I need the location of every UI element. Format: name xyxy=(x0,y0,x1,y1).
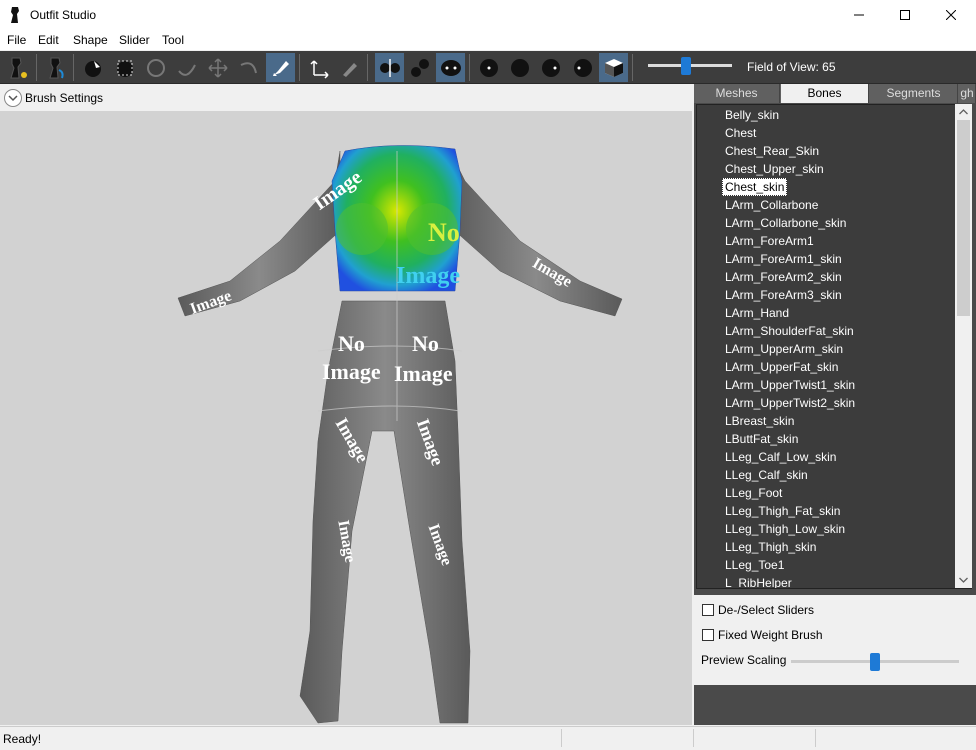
texture-text-no-3: No xyxy=(428,218,460,247)
connected-only-icon[interactable] xyxy=(405,53,434,82)
fixed-weight-checkbox[interactable] xyxy=(702,629,714,641)
menu-edit[interactable]: Edit xyxy=(38,33,59,47)
brush-settings-label[interactable]: Brush Settings xyxy=(25,91,103,105)
mask-brush-icon[interactable] xyxy=(110,53,139,82)
bone-list-item[interactable]: LButtFat_skin xyxy=(722,430,801,448)
window-title: Outfit Studio xyxy=(30,8,97,22)
bone-list-item[interactable]: LArm_ForeArm3_skin xyxy=(722,286,845,304)
preview-scaling-label: Preview Scaling xyxy=(701,653,787,667)
tab-bar: Meshes Bones Segments gh xyxy=(694,84,976,103)
fov-label: Field of View: 65 xyxy=(747,60,836,74)
preview-scaling-thumb[interactable] xyxy=(870,653,880,671)
body-mesh: No Image No Image No Image Image Image I… xyxy=(177,145,623,724)
move-brush-icon[interactable] xyxy=(203,53,232,82)
bone-list-item[interactable]: Chest_Upper_skin xyxy=(722,160,827,178)
close-button[interactable] xyxy=(928,0,974,30)
deselect-sliders-label: De-/Select Sliders xyxy=(718,603,815,617)
minimize-button[interactable] xyxy=(836,0,882,30)
bone-list-item[interactable]: LLeg_Toe1 xyxy=(722,556,787,574)
bone-list-item[interactable]: LLeg_Thigh_Low_skin xyxy=(722,520,848,538)
scroll-down-icon[interactable] xyxy=(955,572,972,588)
bone-list-item[interactable]: LLeg_Thigh_Fat_skin xyxy=(722,502,843,520)
texture-text-image-3: Image xyxy=(396,263,460,289)
bone-list-item[interactable]: LArm_ForeArm2_skin xyxy=(722,268,845,286)
inflate-brush-icon[interactable] xyxy=(141,53,170,82)
status-bar: Ready! xyxy=(0,726,976,750)
bone-list-scrollbar[interactable] xyxy=(955,104,972,588)
perspective-icon[interactable] xyxy=(599,53,628,82)
menu-slider[interactable]: Slider xyxy=(119,33,150,47)
fixed-weight-label: Fixed Weight Brush xyxy=(718,628,823,642)
scroll-thumb[interactable] xyxy=(957,120,970,316)
tab-bones[interactable]: Bones xyxy=(781,84,869,103)
bone-list-item[interactable]: LArm_ForeArm1_skin xyxy=(722,250,845,268)
chevron-down-icon[interactable] xyxy=(4,89,22,107)
bone-list-item[interactable]: LArm_Hand xyxy=(722,304,792,322)
global-brush-icon[interactable] xyxy=(436,53,465,82)
texture-text-no-2: No xyxy=(412,331,439,356)
texture-text-no-1: No xyxy=(338,331,365,356)
bone-list-item[interactable]: LArm_Collarbone_skin xyxy=(722,214,849,232)
load-outfit-icon[interactable] xyxy=(41,53,70,82)
deflate-brush-icon[interactable] xyxy=(172,53,201,82)
bone-list-item[interactable]: LArm_UpperTwist2_skin xyxy=(722,394,858,412)
view-front-icon[interactable] xyxy=(474,53,503,82)
bone-list-item[interactable]: LArm_ForeArm1 xyxy=(722,232,817,250)
bone-list-item[interactable]: LLeg_Calf_skin xyxy=(722,466,811,484)
view-left-icon[interactable] xyxy=(536,53,565,82)
view-right-icon[interactable] xyxy=(568,53,597,82)
tab-partial[interactable]: gh xyxy=(959,84,976,103)
bone-list-item[interactable]: LArm_ShoulderFat_skin xyxy=(722,322,857,340)
transform-icon[interactable] xyxy=(305,53,334,82)
menu-bar: File Edit Shape Slider Tool xyxy=(0,30,976,50)
bone-list: Belly_skin Chest Chest_Rear_Skin Chest_Uppe… xyxy=(696,104,972,589)
tab-meshes[interactable]: Meshes xyxy=(694,84,780,103)
bone-list-item[interactable]: LArm_UpperTwist1_skin xyxy=(722,376,858,394)
bone-list-item[interactable]: LArm_Collarbone xyxy=(722,196,821,214)
bone-list-item[interactable]: Chest xyxy=(722,124,759,142)
3d-viewport[interactable]: No Image No Image No Image Image Image I… xyxy=(0,111,692,725)
deselect-sliders-checkbox[interactable] xyxy=(702,604,714,616)
bone-list-item[interactable]: Chest_skin xyxy=(722,178,788,196)
smooth-brush-icon[interactable] xyxy=(234,53,263,82)
bone-list-item[interactable]: Chest_Rear_Skin xyxy=(722,142,822,160)
bone-list-item[interactable]: L_RibHelper xyxy=(722,574,795,588)
bone-list-item[interactable]: LBreast_skin xyxy=(722,412,797,430)
texture-text-image-2: Image xyxy=(394,361,453,386)
app-icon xyxy=(8,6,22,24)
options-panel: De-/Select Sliders Fixed Weight Brush Pr… xyxy=(694,595,976,685)
pivot-icon[interactable] xyxy=(334,53,363,82)
texture-text-image-1: Image xyxy=(322,359,381,384)
title-bar: Outfit Studio xyxy=(0,0,976,30)
maximize-button[interactable] xyxy=(882,0,928,30)
select-brush-icon[interactable] xyxy=(78,53,107,82)
menu-tool[interactable]: Tool xyxy=(162,33,184,47)
bone-list-item[interactable]: LLeg_Foot xyxy=(722,484,785,502)
x-mirror-icon[interactable] xyxy=(375,53,404,82)
view-back-icon[interactable] xyxy=(505,53,534,82)
menu-shape[interactable]: Shape xyxy=(73,33,108,47)
bone-list-item[interactable]: Belly_skin xyxy=(722,106,782,124)
status-text: Ready! xyxy=(3,732,42,746)
scroll-up-icon[interactable] xyxy=(955,104,972,120)
weight-brush-icon[interactable] xyxy=(266,53,295,82)
tab-segments[interactable]: Segments xyxy=(870,84,958,103)
menu-file[interactable]: File xyxy=(7,33,26,47)
new-project-icon[interactable] xyxy=(2,53,31,82)
fov-slider-thumb[interactable] xyxy=(681,57,691,75)
bone-list-item[interactable]: LLeg_Thigh_skin xyxy=(722,538,819,556)
bone-list-item[interactable]: LArm_UpperArm_skin xyxy=(722,340,846,358)
brush-settings-bar: Brush Settings xyxy=(0,85,692,111)
bone-list-item[interactable]: LLeg_Calf_Low_skin xyxy=(722,448,839,466)
bone-list-item[interactable]: LArm_UpperFat_skin xyxy=(722,358,841,376)
